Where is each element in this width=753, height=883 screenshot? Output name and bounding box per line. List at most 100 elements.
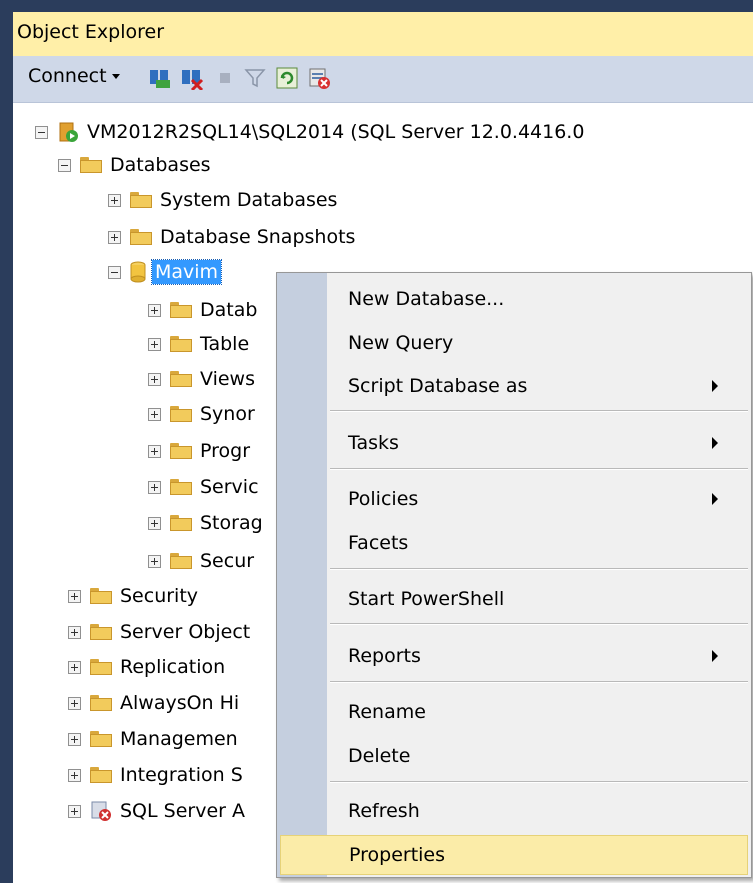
menu-item-label: Delete (348, 745, 411, 767)
tree-node-db-child[interactable]: Synor (148, 398, 255, 430)
expand-toggle[interactable] (148, 303, 161, 317)
collapse-toggle[interactable] (58, 158, 71, 172)
expand-toggle[interactable] (148, 337, 161, 351)
menu-item-reports[interactable]: Reports (280, 636, 748, 676)
filter-icon[interactable] (243, 66, 267, 90)
folder-icon (80, 157, 102, 173)
tree-label: Progr (200, 440, 251, 462)
tree-label: Table (200, 333, 250, 355)
window-frame-left (0, 12, 13, 883)
menu-item-rename[interactable]: Rename (280, 692, 748, 732)
folder-icon (90, 624, 112, 640)
folder-icon (130, 229, 152, 245)
menu-item-delete[interactable]: Delete (280, 736, 748, 776)
tree-node-server-child[interactable]: Integration S (68, 759, 243, 791)
stop-icon[interactable] (213, 66, 237, 90)
object-explorer-toolbar: Connect (13, 56, 753, 103)
folder-icon (170, 302, 192, 318)
tree-node-server-child[interactable]: Managemen (68, 723, 238, 755)
tree-label: AlwaysOn Hi (120, 692, 240, 714)
menu-item-label: Policies (348, 488, 419, 510)
folder-icon (170, 443, 192, 459)
menu-item-label: New Database... (348, 288, 505, 310)
tree-node-server-child[interactable]: AlwaysOn Hi (68, 687, 239, 719)
tree-node-databases[interactable]: Databases (58, 149, 211, 181)
disconnect-icon[interactable] (180, 66, 204, 90)
tree-node-server[interactable]: VM2012R2SQL14\SQL2014 (SQL Server 12.0.4… (35, 116, 584, 148)
expand-toggle[interactable] (108, 230, 121, 244)
tree-node-db-child[interactable]: Servic (148, 471, 259, 503)
expand-toggle[interactable] (108, 193, 121, 207)
activity-monitor-icon[interactable] (307, 66, 331, 90)
expand-toggle[interactable] (68, 732, 81, 746)
expand-toggle[interactable] (68, 804, 81, 818)
connect-dropdown-button[interactable]: Connect (28, 65, 120, 87)
folder-icon (90, 659, 112, 675)
tree-node-db-child[interactable]: Storag (148, 507, 263, 539)
menu-item-script-database-as[interactable]: Script Database as (280, 366, 748, 406)
menu-item-properties[interactable]: Properties (280, 835, 748, 875)
tree-label: Views (200, 368, 255, 390)
tree-node-server-child[interactable]: Server Object (68, 616, 250, 648)
tree-label: Databases (110, 154, 211, 176)
menu-item-tasks[interactable]: Tasks (280, 423, 748, 463)
expand-toggle[interactable] (148, 444, 161, 458)
tree-node-database-snapshots[interactable]: Database Snapshots (108, 221, 355, 253)
context-menu: New Database... New Query Script Databas… (276, 272, 752, 878)
tree-label: Managemen (120, 728, 238, 750)
tree-node-db-child[interactable]: Secur (148, 545, 254, 577)
tree-label: Security (120, 585, 199, 607)
menu-item-policies[interactable]: Policies (280, 479, 748, 519)
database-icon (130, 261, 146, 283)
menu-item-label: New Query (348, 332, 454, 354)
expand-toggle[interactable] (148, 516, 161, 530)
expand-toggle[interactable] (68, 768, 81, 782)
collapse-toggle[interactable] (35, 125, 48, 139)
tree-node-db-child[interactable]: Progr (148, 435, 250, 467)
expand-toggle[interactable] (68, 625, 81, 639)
tree-node-db-child[interactable]: Views (148, 363, 255, 395)
expand-toggle[interactable] (68, 696, 81, 710)
tree-node-system-databases[interactable]: System Databases (108, 184, 337, 216)
tree-node-mavim[interactable]: Mavim (108, 256, 223, 288)
submenu-arrow-icon (712, 493, 718, 505)
menu-item-label: Rename (348, 701, 426, 723)
menu-separator (330, 410, 748, 412)
tree-node-server-child[interactable]: SQL Server A (68, 795, 245, 827)
menu-item-label: Refresh (348, 800, 420, 822)
expand-toggle[interactable] (148, 372, 161, 386)
folder-icon (170, 336, 192, 352)
folder-icon (170, 371, 192, 387)
submenu-arrow-icon (712, 380, 718, 392)
connect-label: Connect (28, 65, 107, 87)
menu-separator (330, 781, 748, 783)
tree-node-server-child[interactable]: Security (68, 580, 198, 612)
refresh-icon[interactable] (275, 66, 299, 90)
panel-title: Object Explorer (17, 21, 165, 43)
expand-toggle[interactable] (68, 589, 81, 603)
expand-toggle[interactable] (68, 660, 81, 674)
folder-icon (130, 192, 152, 208)
tree-label: Server Object (120, 621, 251, 643)
collapse-toggle[interactable] (108, 265, 121, 279)
tree-label: Integration S (120, 764, 243, 786)
menu-item-facets[interactable]: Facets (280, 523, 748, 563)
expand-toggle[interactable] (148, 407, 161, 421)
folder-icon (170, 515, 192, 531)
connect-object-icon[interactable] (148, 66, 172, 90)
tree-node-db-child[interactable]: Datab (148, 294, 257, 326)
selected-db-label: Mavim (150, 259, 223, 285)
expand-toggle[interactable] (148, 480, 161, 494)
menu-separator (330, 568, 748, 570)
menu-item-new-database[interactable]: New Database... (280, 279, 748, 319)
expand-toggle[interactable] (148, 554, 161, 568)
menu-item-label: Properties (349, 844, 446, 866)
menu-item-new-query[interactable]: New Query (280, 323, 748, 363)
menu-item-start-powershell[interactable]: Start PowerShell (280, 579, 748, 619)
menu-item-label: Facets (348, 532, 409, 554)
submenu-arrow-icon (712, 437, 718, 449)
tree-node-db-child[interactable]: Table (148, 328, 249, 360)
tree-node-server-child[interactable]: Replication (68, 651, 225, 683)
tree-label: Storag (200, 512, 263, 534)
menu-item-refresh[interactable]: Refresh (280, 791, 748, 831)
